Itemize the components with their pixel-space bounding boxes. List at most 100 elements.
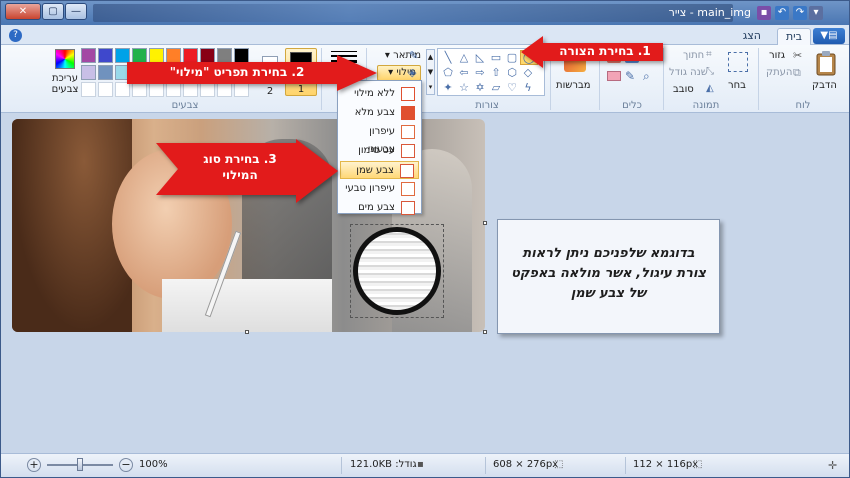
close-button[interactable]: ✕ (5, 3, 41, 20)
diamond-shape-icon[interactable]: ◇ (520, 66, 536, 80)
crayon-icon (401, 125, 415, 139)
color-swatch[interactable] (81, 65, 96, 80)
resize-icon: ⤡ (706, 66, 714, 77)
separator (625, 457, 626, 474)
hexagon-shape-icon[interactable]: ⬡ (504, 66, 520, 80)
save-icon[interactable]: ▪ (757, 6, 771, 20)
pentagon-shape-icon[interactable]: ⬠ (440, 66, 456, 80)
dropdown-icon[interactable]: ▾ (809, 6, 823, 20)
callout-shape-icon[interactable]: ▱ (488, 81, 504, 95)
arrow-right-shape-icon[interactable]: ⇨ (472, 66, 488, 80)
outline-pencil-icon: ✎ (409, 49, 419, 62)
lightning-shape-icon[interactable]: ϟ (520, 81, 536, 95)
oil-paint-icon (400, 164, 414, 178)
callout-step1: 1. בחירת הצורה (521, 36, 663, 68)
star5-shape-icon[interactable]: ☆ (456, 81, 472, 95)
rotate-button[interactable]: סובב (673, 84, 694, 95)
callout-step2: 2. בחירת תפריט "מילוי" (127, 55, 377, 91)
fill-menu-item[interactable]: עיפרון טבעי (340, 180, 419, 198)
copy-button[interactable]: העתק (766, 67, 792, 78)
arrow-up-shape-icon[interactable]: ⇧ (488, 66, 504, 80)
fill-menu-item-label: עט סימון (358, 145, 395, 156)
fill-menu-item[interactable]: צבע מים (340, 199, 419, 217)
fill-menu-item[interactable]: צבע מלא (340, 104, 419, 122)
resize-button[interactable]: שנה גודל (669, 67, 708, 78)
canvas-resize-handle[interactable] (483, 221, 487, 225)
background-taskbar (93, 4, 733, 22)
minimize-button[interactable]: — (65, 3, 87, 20)
undo-icon[interactable]: ↶ (775, 6, 789, 20)
status-bar: ✛ 112 × 116px ⬚ 608 × 276px ⬚ 121.0KB :ג… (1, 453, 849, 477)
image-size: 608 × 276px (493, 459, 559, 470)
shapes-scroll[interactable]: ▲ ▼ ▾ (426, 49, 435, 95)
color-wheel-icon (55, 49, 75, 69)
star6-shape-icon[interactable]: ✡ (472, 81, 488, 95)
window-title: main_img - צייר (668, 6, 751, 19)
heart-shape-icon[interactable]: ♡ (504, 81, 520, 95)
triangle-shape-icon[interactable]: △ (456, 51, 472, 65)
rectangle-shape-icon[interactable]: ▭ (488, 51, 504, 65)
edit-colors-button[interactable]: עריכת צבעים (51, 49, 79, 97)
color-swatch[interactable] (81, 48, 96, 63)
zoom-in-button[interactable]: + (27, 458, 41, 472)
fill-menu-item[interactable]: עיפרון צבעוני (340, 123, 419, 155)
brushes-label: מברשות (556, 80, 591, 91)
select-icon (728, 52, 748, 72)
canvas-resize-handle[interactable] (245, 330, 249, 334)
fill-menu: ללא מילוי צבע מלא עיפרון צבעוני עט סימון צבע… (337, 80, 422, 217)
tab-home[interactable]: בית (776, 28, 811, 45)
fill-menu-item-label: צבע שמן (356, 165, 394, 176)
solid-color-icon (401, 106, 415, 120)
crop-icon: ⌗ (706, 49, 712, 60)
fill-menu-item-label: צבע מלא (354, 107, 395, 118)
select-button[interactable]: בחר (723, 49, 753, 97)
fill-menu-item-label: צבע מים (358, 202, 395, 213)
cut-button[interactable]: גזור (769, 50, 785, 61)
fill-menu-item[interactable]: עט סימון (340, 142, 419, 160)
color-swatch[interactable] (98, 65, 113, 80)
shapes-group-label: צורות (475, 100, 499, 111)
natural-pencil-icon (401, 182, 415, 196)
callout-step2-text: 2. בחירת תפריט "מילוי" (169, 65, 305, 79)
clipboard-group-label: לוח (795, 100, 811, 111)
separator (341, 457, 342, 474)
paint-menu-button[interactable]: ▼▤ (813, 28, 845, 44)
magnifier-icon[interactable]: ⌕ (643, 69, 657, 83)
custom-color-slot[interactable] (98, 82, 113, 97)
note-line-2: צורת עיגול, אשר מולאה באפקט (511, 266, 706, 281)
eraser-icon[interactable] (607, 71, 621, 81)
selection-size-icon: ⬚ (693, 459, 703, 470)
colors-group-label: צבעים (171, 100, 199, 111)
watercolor-icon (401, 201, 415, 215)
fill-menu-item[interactable]: צבע שמן (340, 161, 419, 179)
redo-icon[interactable]: ↷ (793, 6, 807, 20)
scissors-icon: ✂ (793, 49, 803, 62)
explanation-note: בדוגמא שלפניכם ניתן לראות צורת עיגול, אש… (497, 219, 720, 334)
select-label: בחר (728, 80, 746, 91)
custom-color-slot[interactable] (81, 82, 96, 97)
callout-step3-line2: המילוי (222, 168, 258, 182)
rounded-rect-shape-icon[interactable]: ▢ (504, 51, 520, 65)
color-picker-icon[interactable]: ✎ (625, 69, 639, 83)
crop-button[interactable]: חתוך (683, 50, 704, 61)
help-icon[interactable]: ? (9, 29, 22, 42)
zoom-out-button[interactable]: − (119, 458, 133, 472)
star4-shape-icon[interactable]: ✦ (440, 81, 456, 95)
image-group-label: תמונה (692, 100, 720, 111)
color-swatch[interactable] (98, 48, 113, 63)
paste-button[interactable]: הדבק (809, 49, 843, 97)
right-triangle-shape-icon[interactable]: ◺ (472, 51, 488, 65)
canvas-resize-handle[interactable] (483, 330, 487, 334)
canvas-workspace: בדוגמא שלפניכם ניתן לראות צורת עיגול, אש… (1, 113, 849, 453)
size-line-1 (331, 51, 357, 52)
arrow-left-shape-icon[interactable]: ⇦ (456, 66, 472, 80)
tab-view[interactable]: הצג (735, 28, 769, 45)
clipboard-icon (816, 51, 836, 76)
maximize-button[interactable]: ▢ (42, 3, 64, 20)
disk-icon: ▪ (417, 459, 424, 470)
separator (663, 48, 664, 110)
line-shape-icon[interactable]: ╲ (440, 51, 456, 65)
title-bar: ✕ ▢ — main_img - צייר ▪ ↶ ↷ ▾ (1, 1, 849, 25)
zoom-slider-thumb[interactable] (77, 458, 83, 471)
ribbon-tabs: ? הצג בית ▼▤ (1, 25, 849, 45)
